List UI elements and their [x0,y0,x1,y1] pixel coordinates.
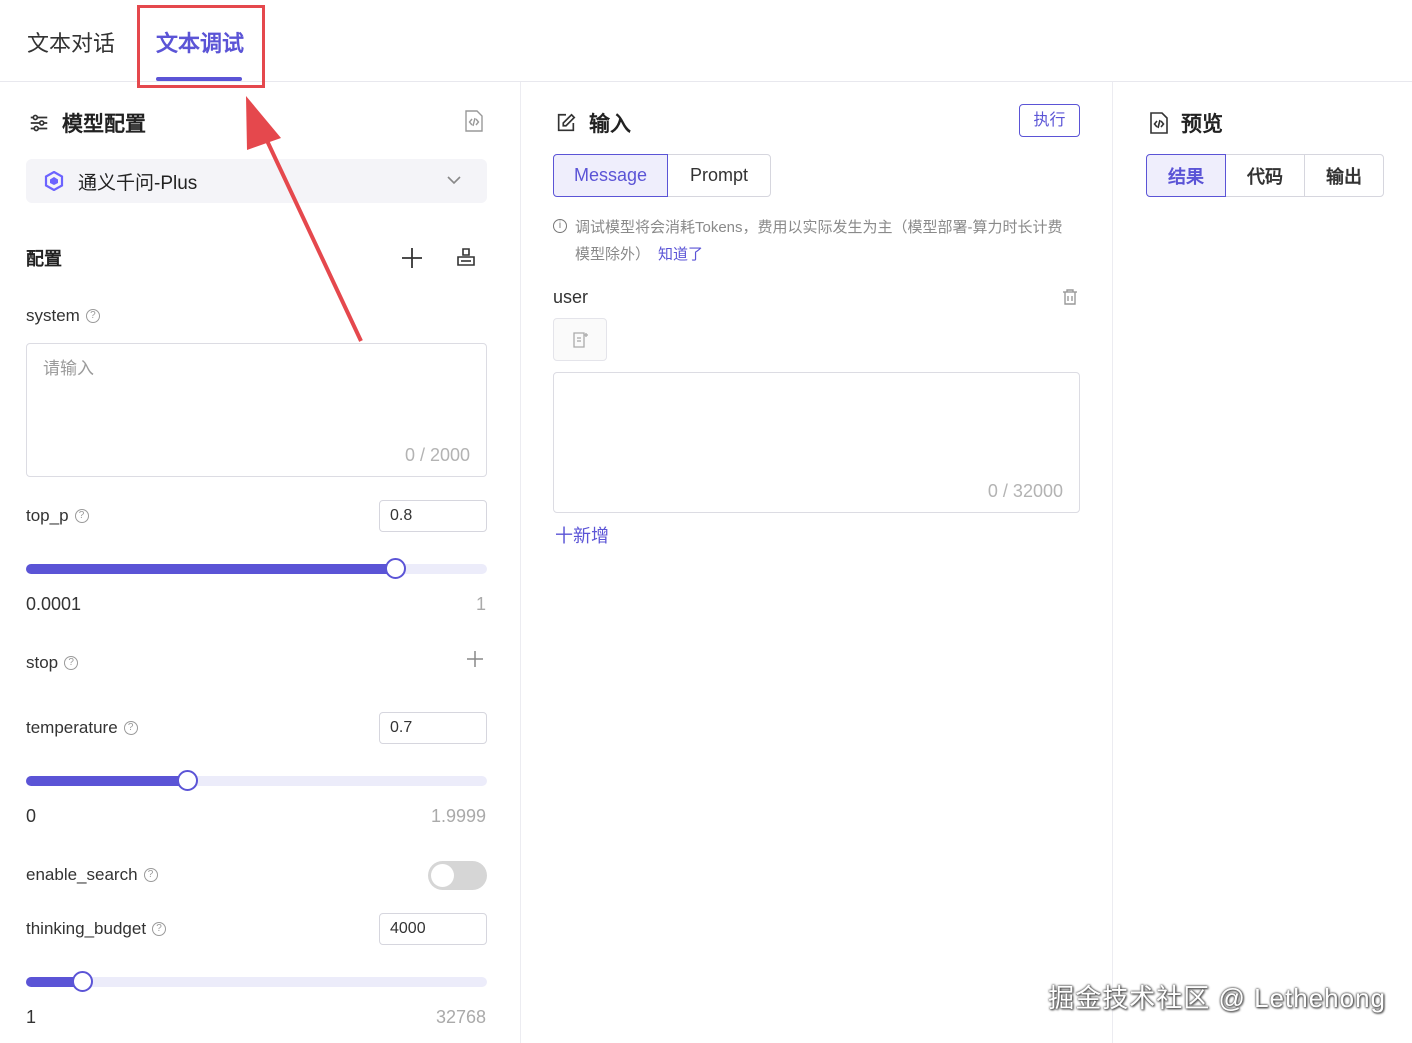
add-stop-icon[interactable] [466,650,484,668]
watermark: 掘金技术社区 @ Lethehong [1048,983,1386,1013]
temperature-label: temperature ? [26,718,138,738]
input-title: 输入 [555,108,631,138]
slider-handle[interactable] [72,971,94,992]
slider-fill [26,564,395,574]
stop-label: stop ? [26,653,79,673]
help-icon[interactable]: ? [85,309,100,323]
message-role-label: user [553,287,589,307]
model-select-value: 通义千问-Plus [78,172,198,194]
add-config-icon[interactable] [401,247,423,269]
thinking-budget-input[interactable]: 4000 [379,913,487,945]
temperature-min: 0 [26,806,37,826]
thinking-budget-max: 32768 [435,1007,486,1027]
help-icon[interactable]: ? [123,721,138,735]
top-tab-bar: 文本对话 文本调试 [0,0,1412,88]
token-notice: i 调试模型将会消耗Tokens，费用以实际发生为主（模型部署-算力时长计费模型… [553,214,1073,268]
thinking-budget-label: thinking_budget ? [26,919,167,939]
thinking-budget-min: 1 [26,1007,37,1027]
add-message-button[interactable]: 十新增 [555,522,609,548]
system-textarea[interactable]: 请输入 0 / 2000 [26,343,487,477]
thinking-budget-slider[interactable] [26,971,487,992]
slider-fill [26,776,188,786]
temperature-label-text: temperature [26,718,118,737]
input-panel: 输入 执行 Message Prompt i 调试模型将会消耗Tokens，费用… [521,82,1113,1043]
model-config-panel: 模型配置 通义千问-Plus 配置 system ? 请输入 0 / 2000 … [0,82,521,1043]
token-notice-text: 调试模型将会消耗Tokens，费用以实际发生为主（模型部署-算力时长计费模型除外… [575,219,1063,263]
preview-tab-output[interactable]: 输出 [1304,154,1384,197]
sliders-icon [30,114,48,132]
image-file-icon [573,332,588,348]
top-p-label-text: top_p [26,506,69,525]
upload-image-button[interactable] [553,318,607,361]
mode-prompt[interactable]: Prompt [667,154,771,197]
help-icon[interactable]: ? [152,922,167,936]
top-p-label: top_p ? [26,506,89,526]
preview-panel: 预览 结果 代码 输出 [1113,82,1412,1043]
help-icon[interactable]: ? [143,868,158,882]
temperature-slider[interactable] [26,770,487,791]
qwen-logo-icon [44,171,64,191]
edit-icon [557,113,576,132]
info-icon: i [553,219,567,233]
help-icon[interactable]: ? [64,656,79,670]
model-config-title-text: 模型配置 [62,113,146,136]
slider-handle[interactable] [177,770,199,791]
code-file-icon[interactable] [464,110,484,132]
chevron-down-icon [447,176,461,185]
preview-tab-code[interactable]: 代码 [1225,154,1305,197]
top-p-max: 1 [475,594,486,614]
system-char-counter: 0 / 2000 [404,445,470,465]
notice-dismiss-link[interactable]: 知道了 [658,246,703,263]
enable-search-toggle[interactable] [428,861,487,890]
stamp-icon[interactable] [456,247,476,267]
enable-search-label: enable_search ? [26,865,158,885]
tab-text-chat[interactable]: 文本对话 [27,26,115,58]
temperature-max: 1.9999 [430,806,486,826]
preview-tab-switch: 结果 代码 输出 [1146,154,1384,197]
toggle-knob [431,864,454,887]
system-placeholder: 请输入 [43,359,94,378]
trash-icon[interactable] [1061,288,1079,306]
code-file-icon [1150,112,1168,134]
message-textarea[interactable]: 0 / 32000 [553,372,1080,513]
system-label: system ? [26,306,100,326]
preview-title-text: 预览 [1181,113,1223,136]
model-config-title: 模型配置 [28,108,146,138]
top-p-slider[interactable] [26,558,487,579]
enable-search-label-text: enable_search [26,865,138,884]
preview-title: 预览 [1149,108,1223,138]
execute-button[interactable]: 执行 [1019,104,1080,137]
stop-label-text: stop [26,653,59,672]
input-title-text: 输入 [589,113,631,136]
preview-tab-result[interactable]: 结果 [1146,154,1226,197]
slider-handle[interactable] [384,558,406,579]
top-p-min: 0.0001 [26,594,82,614]
message-char-counter: 0 / 32000 [987,481,1063,501]
config-label: 配置 [26,249,62,269]
system-label-text: system [26,306,80,325]
mode-message[interactable]: Message [553,154,668,197]
input-mode-switch: Message Prompt [553,154,771,197]
top-p-input[interactable]: 0.8 [379,500,487,532]
annotation-highlight-box [137,5,265,88]
help-icon[interactable]: ? [74,509,89,523]
model-select[interactable]: 通义千问-Plus [26,159,487,203]
temperature-input[interactable]: 0.7 [379,712,487,744]
thinking-budget-label-text: thinking_budget [26,919,147,938]
